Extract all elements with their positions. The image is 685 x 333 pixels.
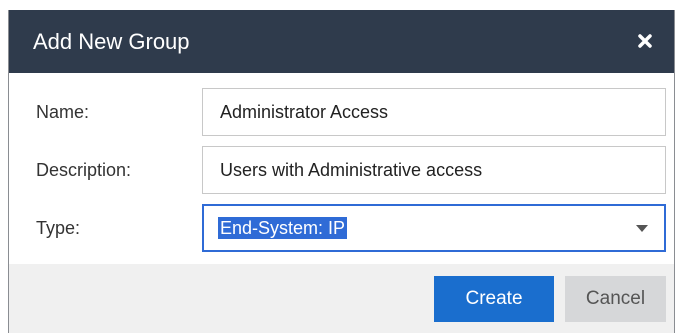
- type-selected-value: End-System: IP: [218, 217, 348, 239]
- close-button[interactable]: [632, 28, 658, 54]
- name-input[interactable]: [202, 88, 666, 136]
- dialog-title: Add New Group: [33, 29, 190, 54]
- description-label: Description:: [36, 160, 132, 180]
- chevron-down-icon: [636, 225, 648, 232]
- dialog-footer: Create Cancel: [9, 264, 674, 333]
- dialog-titlebar: Add New Group: [9, 10, 674, 73]
- name-row: Name:: [9, 88, 674, 138]
- type-select[interactable]: End-System: IP: [202, 204, 666, 252]
- name-label: Name:: [36, 102, 90, 122]
- type-label: Type:: [36, 218, 81, 238]
- close-icon: [638, 34, 652, 48]
- description-row: Description:: [9, 146, 674, 196]
- create-button[interactable]: Create: [434, 276, 554, 322]
- cancel-button[interactable]: Cancel: [565, 276, 666, 322]
- description-input[interactable]: [202, 146, 666, 194]
- add-group-dialog: Add New Group Name: Description: Type: E…: [8, 10, 675, 333]
- type-row: Type: End-System: IP: [9, 204, 674, 254]
